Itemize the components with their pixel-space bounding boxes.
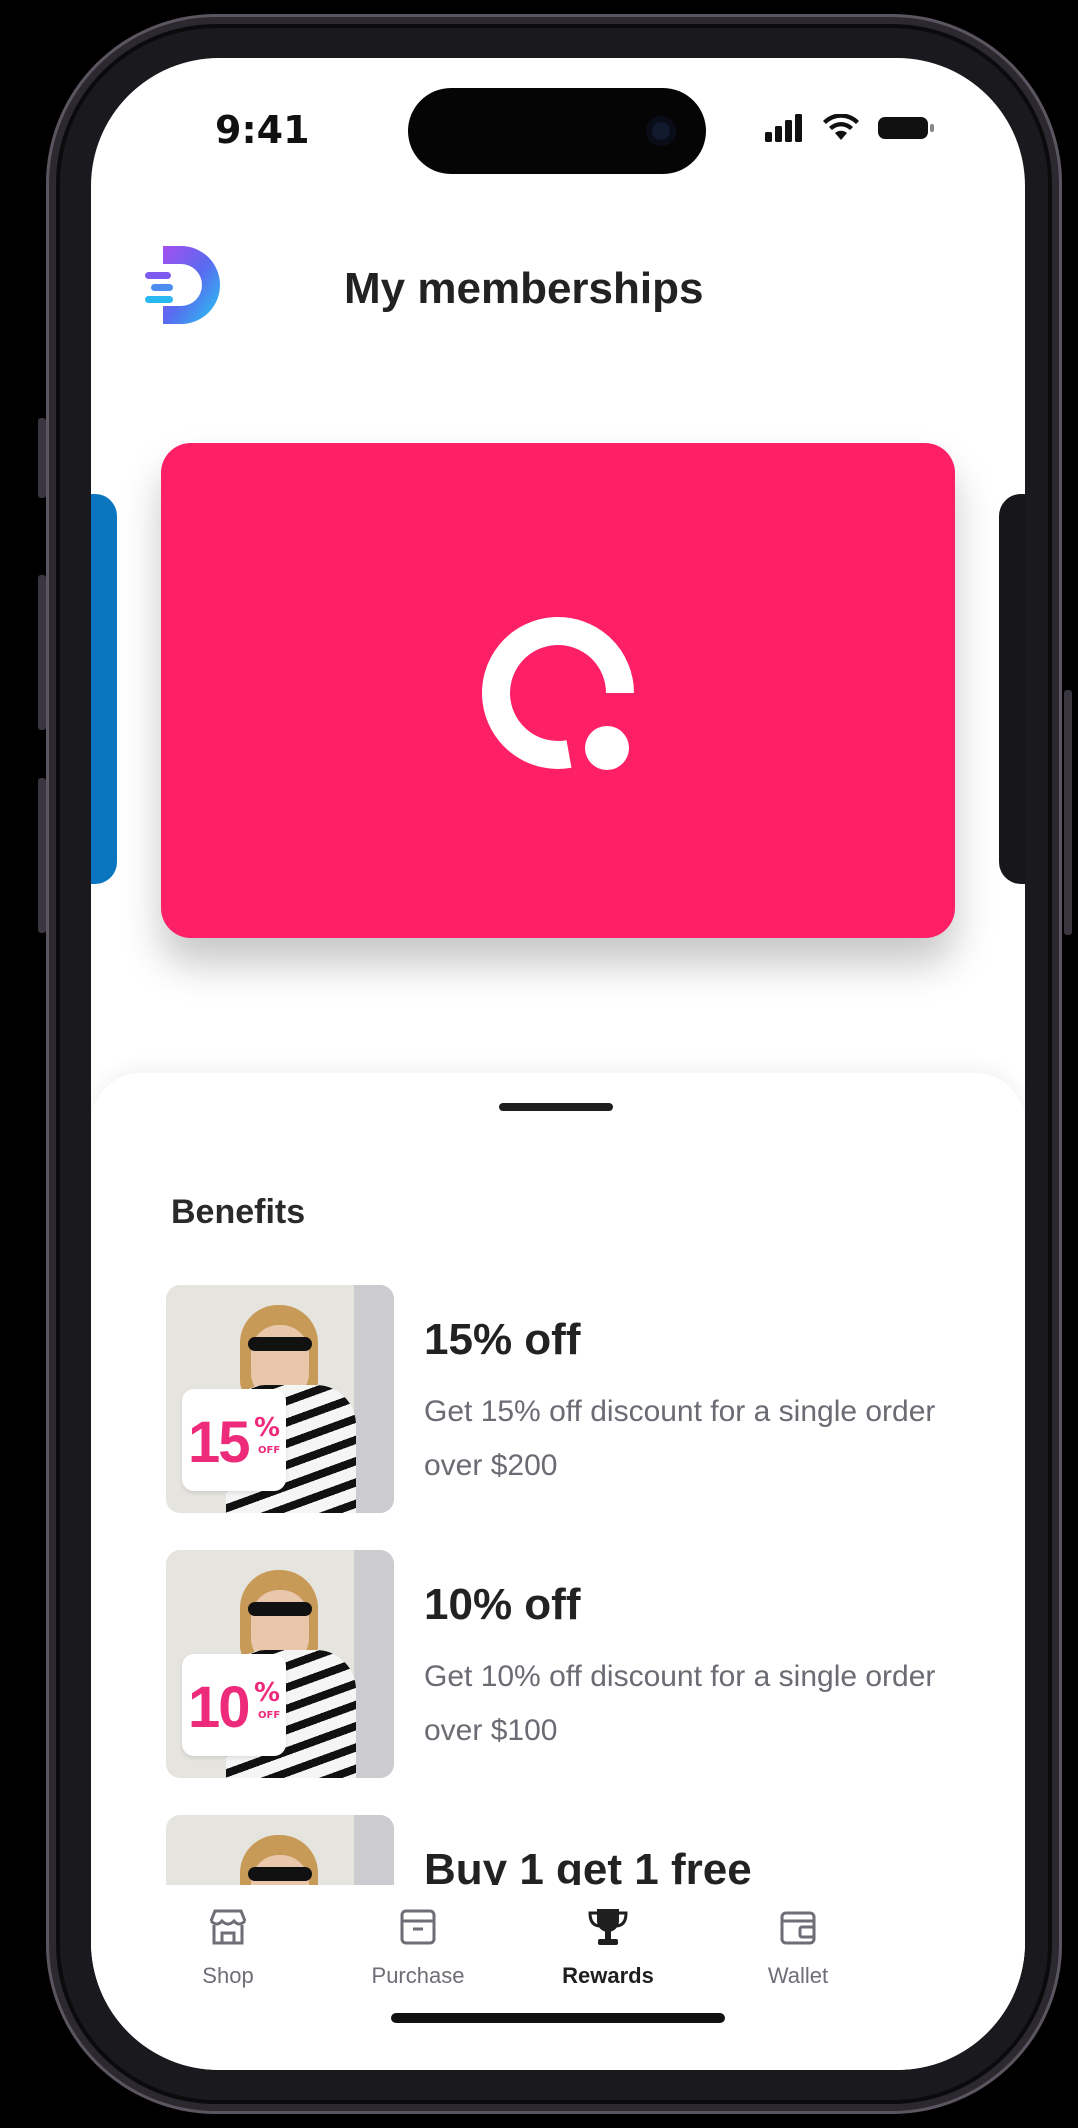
benefit-title: 15% off bbox=[424, 1315, 581, 1364]
mute-switch bbox=[38, 418, 46, 498]
brand-c-logo-icon bbox=[482, 616, 634, 770]
benefit-item[interactable]: 15 % OFF 15% off Get 15% off discount fo… bbox=[166, 1285, 946, 1550]
discount-badge: 10 % OFF bbox=[182, 1654, 286, 1756]
page-title: My memberships bbox=[344, 264, 704, 313]
benefit-title: 10% off bbox=[424, 1580, 581, 1629]
benefit-item[interactable]: Buy 1 get 1 free bbox=[166, 1815, 946, 1885]
benefit-thumbnail: 10 % OFF bbox=[166, 1550, 394, 1778]
wifi-icon bbox=[823, 114, 859, 140]
store-icon bbox=[209, 1909, 247, 1945]
membership-card-next[interactable] bbox=[999, 494, 1025, 884]
status-bar: 9:41 bbox=[91, 58, 1025, 208]
membership-card-previous[interactable] bbox=[91, 494, 117, 884]
home-indicator[interactable] bbox=[391, 2013, 725, 2023]
benefit-item[interactable]: 10 % OFF 10% off Get 10% off discount fo… bbox=[166, 1550, 946, 1815]
app-logo-d-icon[interactable] bbox=[143, 240, 221, 330]
bottom-tab-bar: Shop Purchase Rewards Wallet bbox=[91, 1895, 1025, 2015]
wallet-icon bbox=[780, 1911, 816, 1945]
tab-purchase[interactable]: Purchase bbox=[338, 1895, 498, 2005]
volume-down-button bbox=[38, 778, 46, 933]
membership-card[interactable] bbox=[161, 443, 955, 938]
tab-shop[interactable]: Shop bbox=[148, 1895, 308, 2005]
tab-wallet[interactable]: Wallet bbox=[718, 1895, 878, 2005]
benefits-title: Benefits bbox=[171, 1193, 306, 1231]
cellular-signal-icon bbox=[765, 114, 802, 142]
discount-badge: 15 % OFF bbox=[182, 1389, 286, 1491]
benefit-thumbnail: 15 % OFF bbox=[166, 1285, 394, 1513]
phone-screen: 9:41 My memberships Benefits 15 % OFF 15… bbox=[91, 58, 1025, 2070]
status-icons bbox=[765, 108, 935, 148]
benefits-list: 15 % OFF 15% off Get 15% off discount fo… bbox=[166, 1285, 946, 1885]
camera-icon bbox=[646, 116, 676, 146]
battery-icon bbox=[878, 117, 934, 139]
app-header: My memberships bbox=[91, 228, 1025, 348]
benefit-title: Buy 1 get 1 free bbox=[424, 1845, 752, 1885]
benefit-description: Get 10% off discount for a single order … bbox=[424, 1660, 936, 1747]
tab-rewards[interactable]: Rewards bbox=[528, 1895, 688, 2005]
sheet-drag-handle[interactable] bbox=[499, 1103, 613, 1111]
box-icon bbox=[400, 1909, 436, 1945]
trophy-icon bbox=[588, 1909, 628, 1945]
benefit-thumbnail bbox=[166, 1815, 394, 1885]
dynamic-island bbox=[408, 88, 706, 174]
volume-up-button bbox=[38, 575, 46, 730]
benefit-description: Get 15% off discount for a single order … bbox=[424, 1395, 936, 1482]
status-time: 9:41 bbox=[215, 108, 310, 152]
power-button bbox=[1064, 690, 1072, 935]
